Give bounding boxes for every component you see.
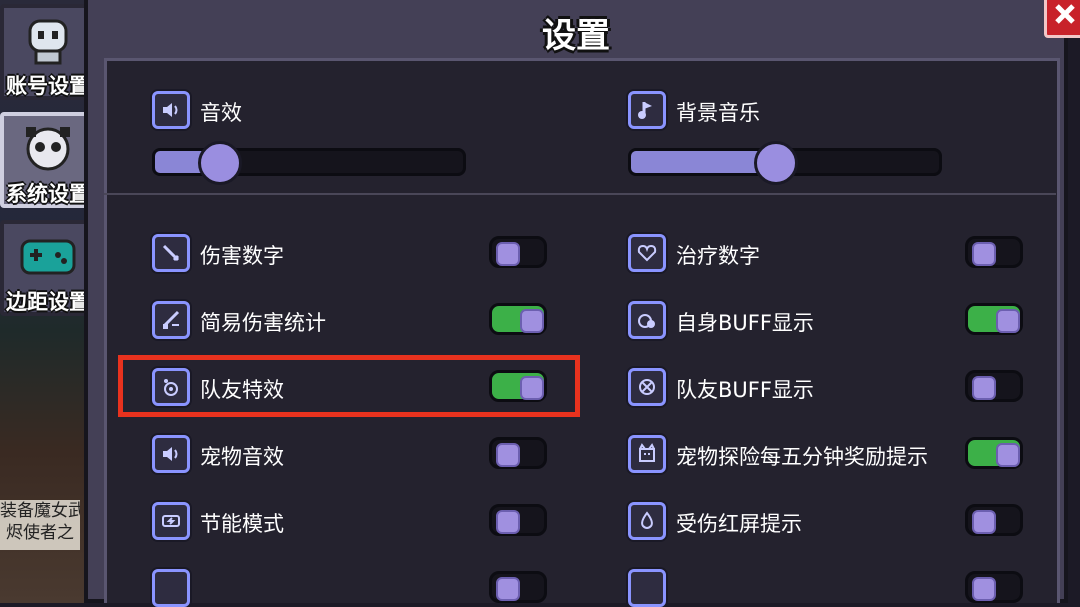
heal-numbers-label: 治疗数字	[676, 244, 760, 268]
tab-label: 系统设置	[6, 182, 90, 206]
toggle-knob	[496, 510, 520, 534]
toggle-knob	[496, 242, 520, 266]
sword-icon	[152, 234, 190, 272]
damage-red-screen-toggle[interactable]	[965, 504, 1023, 536]
tab-label: 账号设置	[6, 74, 90, 98]
team-buff-toggle[interactable]	[965, 370, 1023, 402]
toggle-knob	[996, 309, 1020, 333]
slider-thumb[interactable]	[197, 141, 242, 185]
drop-icon	[628, 502, 666, 540]
partial-row-icon	[628, 569, 666, 607]
heal-numbers-toggle[interactable]	[965, 236, 1023, 268]
buff-icon	[628, 301, 666, 339]
promo-banner[interactable]: 装备魔女武 烬使者之	[0, 500, 80, 550]
toggle-knob	[520, 309, 544, 333]
partial-row-icon	[152, 569, 190, 607]
toggle-knob	[972, 577, 996, 601]
close-button[interactable]	[1044, 0, 1080, 38]
close-icon	[1054, 3, 1076, 29]
tab-system-settings[interactable]: 系统设置	[0, 112, 90, 208]
self-buff-toggle[interactable]	[965, 303, 1023, 335]
power-saving-toggle[interactable]	[489, 504, 547, 536]
sound-effects-label: 音效	[200, 101, 242, 125]
team-buff-icon	[628, 368, 666, 406]
damage-numbers-toggle[interactable]	[489, 236, 547, 268]
panda-gear-icon	[14, 120, 82, 178]
speaker-icon	[152, 435, 190, 473]
slider-thumb[interactable]	[753, 141, 798, 185]
pet-adventure-reward-label: 宠物探险每五分钟奖励提示	[676, 445, 928, 469]
tab-margin-settings[interactable]: 边距设置	[0, 220, 90, 316]
pet-icon	[628, 435, 666, 473]
section-divider	[104, 193, 1056, 195]
simple-damage-stats-label: 简易伤害统计	[200, 311, 326, 335]
sword-stats-icon	[152, 301, 190, 339]
gamepad-icon	[14, 228, 82, 286]
music-slider[interactable]	[628, 141, 942, 185]
self-buff-label: 自身BUFF显示	[676, 311, 814, 335]
simple-damage-stats-toggle[interactable]	[489, 303, 547, 335]
team-buff-label: 队友BUFF显示	[676, 378, 814, 402]
toggle-knob	[972, 242, 996, 266]
promo-line: 烬使者之	[6, 523, 74, 543]
heart-icon	[628, 234, 666, 272]
toggle-knob	[496, 577, 520, 601]
toggle-knob	[996, 443, 1020, 467]
sound-effects-slider[interactable]	[152, 141, 466, 185]
damage-numbers-label: 伤害数字	[200, 244, 284, 268]
toggle-knob	[496, 443, 520, 467]
power-saving-label: 节能模式	[200, 512, 284, 536]
music-label: 背景音乐	[676, 101, 760, 125]
partial-row-toggle[interactable]	[489, 571, 547, 603]
music-note-icon	[628, 91, 666, 129]
tab-label: 边距设置	[6, 290, 90, 314]
pet-adventure-reward-toggle[interactable]	[965, 437, 1023, 469]
toggle-knob	[972, 376, 996, 400]
damage-red-screen-label: 受伤红屏提示	[676, 512, 802, 536]
slider-fill	[631, 151, 773, 173]
battery-icon	[152, 502, 190, 540]
robot-avatar-icon	[14, 12, 82, 70]
pet-sound-label: 宠物音效	[200, 445, 284, 469]
toggle-knob	[972, 510, 996, 534]
partial-row-toggle[interactable]	[965, 571, 1023, 603]
promo-line: 装备魔女武	[0, 501, 80, 521]
highlight-box	[118, 355, 580, 417]
page-title: 设置	[542, 16, 610, 56]
speaker-icon	[152, 91, 190, 129]
tab-account-settings[interactable]: 账号设置	[0, 4, 90, 100]
pet-sound-toggle[interactable]	[489, 437, 547, 469]
